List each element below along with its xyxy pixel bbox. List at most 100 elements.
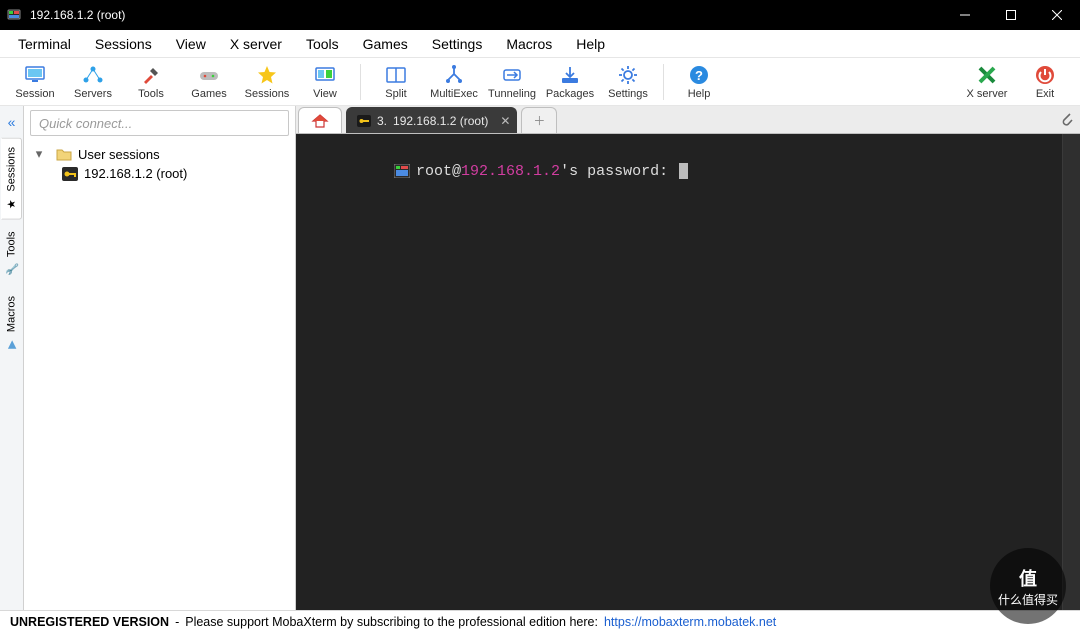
toolbar-label: Exit [1036,88,1054,100]
sidebar-tab-label: Sessions [6,147,18,192]
tab-home[interactable] [298,107,342,133]
wrench-icon: 🔧 [5,263,18,276]
toolbar-split[interactable]: Split [367,62,425,102]
folder-icon [56,147,72,161]
terminal-view[interactable]: root@192.168.1.2's password: [296,134,1062,610]
menu-macros[interactable]: Macros [496,32,562,56]
statusbar-separator: - [175,615,179,629]
menu-tools[interactable]: Tools [296,32,349,56]
help-icon: ? [688,64,710,86]
toolbar-label: Servers [74,88,112,100]
unregistered-label: UNREGISTERED VERSION [10,615,169,629]
toolbar-settings[interactable]: Settings [599,62,657,102]
play-icon: ▶ [5,338,18,351]
menu-sessions[interactable]: Sessions [85,32,162,56]
menu-xserver[interactable]: X server [220,32,292,56]
tree-item[interactable]: 192.168.1.2 (root) [26,164,291,183]
menu-terminal[interactable]: Terminal [8,32,81,56]
tab-close-icon[interactable]: ✕ [500,114,510,128]
placeholder-text: Quick connect... [39,116,132,131]
tab-new[interactable]: ＋ [521,107,557,133]
toolbar-label: Sessions [245,88,290,100]
key-icon [357,115,371,127]
quick-connect-input[interactable]: Quick connect... [30,110,289,136]
terminal-tabstrip: 3. 192.168.1.2 (root) ✕ ＋ [296,106,1080,134]
maximize-button[interactable] [988,0,1034,30]
expand-icon[interactable]: ▾ [28,146,50,162]
tab-title: 192.168.1.2 (root) [393,114,488,128]
menubar: Terminal Sessions View X server Tools Ga… [0,30,1080,58]
split-icon [385,64,407,86]
menu-help[interactable]: Help [566,32,615,56]
toolbar-servers[interactable]: Servers [64,62,122,102]
toolbar-label: Games [191,88,226,100]
side-panel: Quick connect... ▾ User sessions 192.168… [24,106,296,610]
toolbar-games[interactable]: Games [180,62,238,102]
gear-icon [617,64,639,86]
terminal-scrollbar[interactable] [1062,134,1080,610]
toolbar-label: Split [385,88,406,100]
toolbar-separator [663,64,664,100]
tree-item-label: 192.168.1.2 (root) [84,166,187,181]
toolbar-tunneling[interactable]: Tunneling [483,62,541,102]
sidebar-tab-label: Macros [6,296,18,332]
statusbar-message: Please support MobaXterm by subscribing … [185,615,598,629]
tools-icon [140,64,162,86]
toolbar-xserver[interactable]: X server [958,62,1016,102]
toolbar: Session Servers Tools Games Sessions Vie… [0,58,1080,106]
monitor-icon [24,64,46,86]
app-icon [6,7,22,23]
close-button[interactable] [1034,0,1080,30]
sidebar-tab-sessions[interactable]: ★ Sessions [1,138,22,220]
toolbar-multiexec[interactable]: MultiExec [425,62,483,102]
view-icon [314,64,336,86]
terminal-host: 192.168.1.2 [461,163,560,180]
key-icon [62,167,78,181]
network-icon [82,64,104,86]
tree-root[interactable]: ▾ User sessions [26,144,291,164]
star-icon: ★ [5,198,18,211]
menu-settings[interactable]: Settings [422,32,493,56]
x-icon [976,64,998,86]
toolbar-session[interactable]: Session [6,62,64,102]
gamepad-icon [198,64,220,86]
statusbar-link[interactable]: https://mobaxterm.mobatek.net [604,615,776,629]
sidebar-tab-macros[interactable]: ▶ Macros [1,287,22,360]
toolbar-sessions[interactable]: Sessions [238,62,296,102]
menu-games[interactable]: Games [353,32,418,56]
svg-text:?: ? [695,68,703,83]
paperclip-icon[interactable] [1058,110,1074,128]
plus-icon: ＋ [533,112,545,129]
toolbar-label: X server [967,88,1008,100]
toolbar-packages[interactable]: Packages [541,62,599,102]
tab-session-active[interactable]: 3. 192.168.1.2 (root) ✕ [346,107,517,133]
tunnel-icon [501,64,523,86]
terminal-tail: 's password: [560,163,668,180]
power-icon [1034,64,1056,86]
minimize-button[interactable] [942,0,988,30]
home-icon [311,113,329,129]
toolbar-tools[interactable]: Tools [122,62,180,102]
terminal-user: root [416,163,452,180]
sidebar-tab-label: Tools [6,231,18,257]
toolbar-exit[interactable]: Exit [1016,62,1074,102]
tab-index: 3. [377,114,387,128]
window-titlebar: 192.168.1.2 (root) [0,0,1080,30]
sidebar-tab-tools[interactable]: 🔧 Tools [1,222,22,285]
toolbar-label: View [313,88,337,100]
main-area: 3. 192.168.1.2 (root) ✕ ＋ root@192.168.1… [296,106,1080,610]
collapse-sidebar-button[interactable]: « [2,112,22,132]
toolbar-label: Tools [138,88,164,100]
star-icon [256,64,278,86]
terminal-prompt-icon [394,164,410,178]
tree-root-label: User sessions [78,147,160,162]
toolbar-label: Help [688,88,711,100]
menu-view[interactable]: View [166,32,216,56]
toolbar-help[interactable]: ? Help [670,62,728,102]
toolbar-view[interactable]: View [296,62,354,102]
toolbar-label: Packages [546,88,594,100]
download-icon [559,64,581,86]
statusbar: UNREGISTERED VERSION - Please support Mo… [0,610,1080,632]
multiexec-icon [443,64,465,86]
toolbar-label: Tunneling [488,88,536,100]
